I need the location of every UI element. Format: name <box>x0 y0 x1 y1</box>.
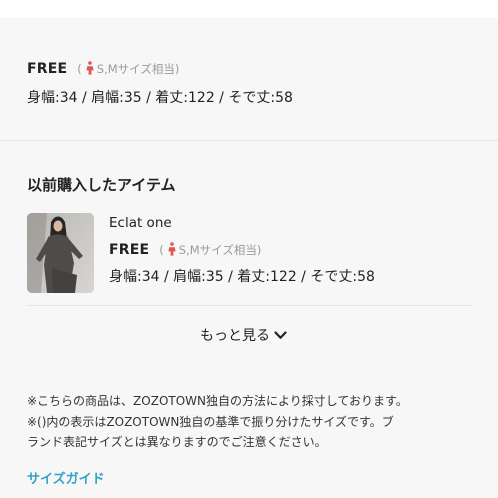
measurement-notes: ※こちらの商品は、ZOZOTOWN独自の方法により採寸しております。 ※()内の… <box>27 391 477 453</box>
item-dimensions: 身幅:34 / 肩幅:35 / 着丈:122 / そで丈:58 <box>109 269 375 285</box>
current-size-name: FREE <box>27 61 68 77</box>
current-size-line: FREE ( S,Mサイズ相当) <box>27 58 293 80</box>
top-strip <box>0 0 498 18</box>
item-size-name: FREE <box>109 242 150 258</box>
female-person-icon <box>86 60 94 78</box>
female-person-icon <box>168 241 176 259</box>
note-line: ランド表記サイズとは異なりますのでご注意ください。 <box>27 435 327 449</box>
previous-purchases-title: 以前購入したアイテム <box>27 176 176 194</box>
note-line: ※こちらの商品は、ZOZOTOWN独自の方法により採寸しております。 <box>27 394 408 408</box>
show-more-label: もっと見る <box>200 328 270 344</box>
equivalent-text: S,Mサイズ相当) <box>178 243 262 257</box>
paren-open: ( <box>159 243 164 257</box>
equivalent-text: S,Mサイズ相当) <box>96 62 180 76</box>
item-info: Eclat one FREE ( S,Mサイズ相当) 身幅:34 / 肩幅:35… <box>109 213 375 286</box>
current-size-block: FREE ( S,Mサイズ相当) 身幅:34 / 肩幅:35 / 着丈:122 … <box>27 58 293 107</box>
row-divider <box>27 305 471 306</box>
current-size-equivalent: ( S,Mサイズ相当) <box>77 60 180 78</box>
note-line: ※()内の表示はZOZOTOWN独自の基準で振り分けたサイズです。ブ <box>27 414 394 429</box>
size-guide-link[interactable]: サイズガイド <box>27 468 105 487</box>
item-name: Eclat one <box>109 215 172 231</box>
item-size-line: FREE ( S,Mサイズ相当) <box>109 239 375 261</box>
item-thumbnail <box>27 213 94 293</box>
chevron-down-icon <box>274 330 287 339</box>
paren-open: ( <box>77 62 82 76</box>
section-divider <box>0 140 498 141</box>
item-size-equivalent: ( S,Mサイズ相当) <box>159 241 262 259</box>
show-more-button[interactable]: もっと見る <box>200 325 287 345</box>
purchased-item-row[interactable]: Eclat one FREE ( S,Mサイズ相当) 身幅:34 / 肩幅:35… <box>27 213 471 305</box>
current-size-dimensions: 身幅:34 / 肩幅:35 / 着丈:122 / そで丈:58 <box>27 90 293 106</box>
